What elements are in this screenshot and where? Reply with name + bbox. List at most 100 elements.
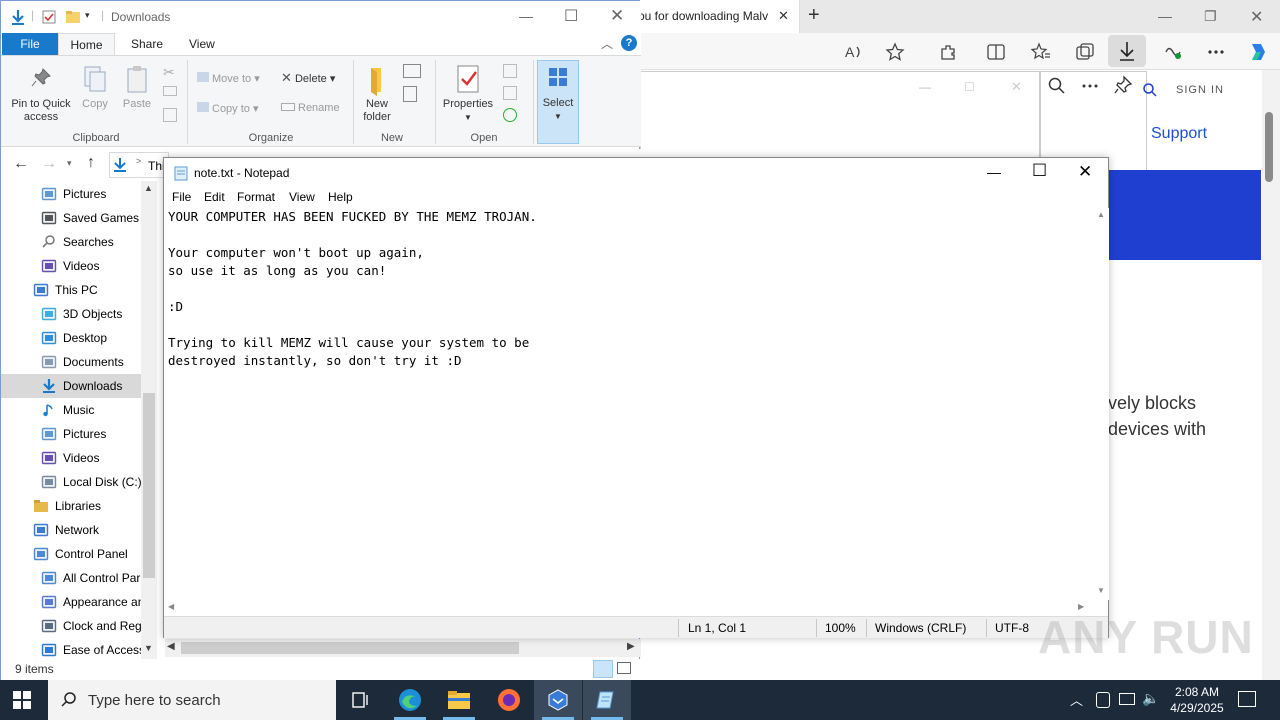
copy-path-icon[interactable] xyxy=(163,86,177,96)
properties-quick-icon[interactable] xyxy=(41,9,57,25)
menu-view[interactable]: View xyxy=(289,190,315,204)
menu-file[interactable]: File xyxy=(172,190,191,204)
nav-item-clock-and-regi[interactable]: Clock and Regi xyxy=(1,614,141,638)
task-view-button[interactable] xyxy=(336,680,384,720)
nav-item-all-control-par[interactable]: All Control Par xyxy=(1,566,141,590)
system-clock[interactable]: 2:08 AM 4/29/2025 xyxy=(1162,684,1232,716)
nav-item-saved-games[interactable]: Saved Games xyxy=(1,206,141,230)
cut-icon[interactable]: ✂ xyxy=(163,64,175,81)
scroll-right-icon[interactable]: ▶ xyxy=(627,641,635,652)
anyrun-taskbar-button[interactable] xyxy=(534,680,582,720)
history-icon[interactable] xyxy=(503,108,517,122)
details-view-icon[interactable] xyxy=(593,660,613,678)
notepad-h-scrollbar[interactable]: ◀ ▶ xyxy=(164,600,1093,616)
more-options-icon[interactable] xyxy=(1205,41,1227,63)
easy-access-icon[interactable] xyxy=(403,86,417,102)
properties-dropdown-icon[interactable]: ▼ xyxy=(441,111,495,124)
nav-item-music[interactable]: Music xyxy=(1,398,141,422)
tab-file[interactable]: File xyxy=(2,33,58,55)
new-folder-quick-icon[interactable] xyxy=(65,9,81,25)
new-folder-button[interactable]: New folder xyxy=(357,64,397,124)
tab-close-icon[interactable]: ✕ xyxy=(778,8,789,24)
nav-item-desktop[interactable]: Desktop xyxy=(1,326,141,350)
up-icon[interactable]: ↑ xyxy=(87,154,95,172)
volume-icon[interactable]: 🔈 xyxy=(1142,690,1159,707)
customize-qat-icon[interactable]: ▾ xyxy=(85,10,90,21)
help-icon[interactable]: ? xyxy=(621,35,637,51)
search-icon[interactable] xyxy=(1047,76,1067,96)
copy-button[interactable]: Copy xyxy=(79,64,111,111)
select-button[interactable]: Select ▼ xyxy=(537,60,579,144)
scroll-down-icon[interactable]: ▼ xyxy=(1097,586,1105,595)
forward-icon[interactable]: → xyxy=(41,155,57,173)
downloads-button[interactable] xyxy=(1108,35,1146,67)
browser-tab[interactable]: ou for downloading Malv ✕ xyxy=(630,0,800,33)
new-item-icon[interactable] xyxy=(403,64,421,78)
favorite-star-icon[interactable] xyxy=(884,41,906,63)
menu-edit[interactable]: Edit xyxy=(204,190,225,204)
scroll-left-icon[interactable]: ◀ xyxy=(167,641,175,652)
browser-minimize-icon[interactable]: — xyxy=(1158,8,1172,24)
edge-taskbar-button[interactable] xyxy=(386,680,434,720)
notepad-minimize-icon[interactable]: — xyxy=(987,164,1001,180)
overlay-maximize-icon[interactable]: ☐ xyxy=(964,80,975,94)
h-scrollbar-thumb[interactable] xyxy=(181,642,519,654)
browser-essentials-icon[interactable] xyxy=(1162,41,1184,63)
explorer-maximize-icon[interactable]: ☐ xyxy=(564,6,578,26)
copy-to-button[interactable]: Copy to ▾ xyxy=(197,102,259,116)
overlay-minimize-icon[interactable]: — xyxy=(919,80,931,94)
pin-icon[interactable] xyxy=(1113,75,1133,95)
notepad-maximize-icon[interactable]: ☐ xyxy=(1032,161,1047,181)
open-icon[interactable] xyxy=(503,64,517,78)
copilot-icon[interactable] xyxy=(1246,40,1270,64)
start-button[interactable] xyxy=(12,690,32,710)
tab-share[interactable]: Share xyxy=(121,33,173,55)
scroll-up-icon[interactable]: ▲ xyxy=(1097,210,1105,219)
sign-in-link[interactable]: SIGN IN xyxy=(1176,84,1224,96)
properties-button[interactable]: Properties ▼ xyxy=(441,64,495,124)
scroll-down-icon[interactable]: ▼ xyxy=(144,643,153,653)
paste-shortcut-icon[interactable] xyxy=(163,108,177,122)
nav-item-searches[interactable]: Searches xyxy=(1,230,141,254)
nav-item-pictures[interactable]: Pictures xyxy=(1,182,141,206)
collections-icon[interactable] xyxy=(1074,41,1096,63)
move-to-button[interactable]: Move to ▾ xyxy=(197,72,260,86)
recent-locations-icon[interactable]: ▾ xyxy=(67,158,72,169)
menu-format[interactable]: Format xyxy=(237,190,275,204)
nav-item-3d-objects[interactable]: 3D Objects xyxy=(1,302,141,326)
tab-home[interactable]: Home xyxy=(58,33,115,55)
explorer-h-scrollbar[interactable]: ◀ ▶ xyxy=(165,639,641,657)
notepad-v-scrollbar[interactable]: ▲ ▼ xyxy=(1093,208,1109,600)
edit-icon[interactable] xyxy=(503,86,517,100)
site-search-icon[interactable] xyxy=(1142,82,1158,98)
firefox-taskbar-button[interactable] xyxy=(485,680,533,720)
nav-item-local-disk-c[interactable]: Local Disk (C:) xyxy=(1,470,141,494)
notifications-icon[interactable] xyxy=(1238,691,1256,707)
file-explorer-taskbar-button[interactable] xyxy=(435,680,483,720)
paste-button[interactable]: Paste xyxy=(119,64,155,111)
support-link[interactable]: Support xyxy=(1151,125,1207,143)
pin-to-quick-access-button[interactable]: Pin to Quick access xyxy=(5,66,77,124)
nav-item-pictures[interactable]: Pictures xyxy=(1,422,141,446)
nav-item-videos[interactable]: Videos xyxy=(1,446,141,470)
extensions-icon[interactable] xyxy=(937,41,959,63)
nav-item-appearance-an[interactable]: Appearance an xyxy=(1,590,141,614)
page-more-icon[interactable] xyxy=(1080,76,1100,96)
browser-restore-icon[interactable]: ❐ xyxy=(1204,8,1217,25)
explorer-minimize-icon[interactable]: — xyxy=(519,8,533,24)
menu-help[interactable]: Help xyxy=(328,190,353,204)
browser-scrollbar-thumb[interactable] xyxy=(1265,112,1273,182)
rename-button[interactable]: Rename xyxy=(281,102,340,115)
notepad-text-area[interactable]: YOUR COMPUTER HAS BEEN FUCKED BY THE MEM… xyxy=(168,208,1093,600)
new-tab-button[interactable]: + xyxy=(808,4,820,27)
collapse-ribbon-icon[interactable]: ︿ xyxy=(601,35,613,52)
scroll-up-icon[interactable]: ▲ xyxy=(144,183,153,193)
back-icon[interactable]: ← xyxy=(13,155,29,173)
nav-item-videos[interactable]: Videos xyxy=(1,254,141,278)
nav-item-libraries[interactable]: Libraries xyxy=(1,494,141,518)
read-aloud-icon[interactable]: A xyxy=(843,41,865,63)
favorites-icon[interactable] xyxy=(1030,41,1052,63)
taskbar-search-box[interactable]: Type here to search xyxy=(48,680,336,720)
nav-scrollbar-thumb[interactable] xyxy=(143,393,155,578)
large-icons-view-icon[interactable] xyxy=(617,662,631,674)
